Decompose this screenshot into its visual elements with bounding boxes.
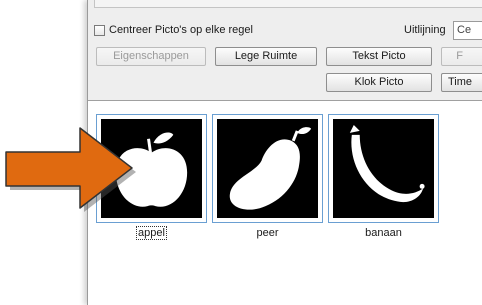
partial-button-bottom-right[interactable]: Time bbox=[441, 73, 482, 92]
alignment-label: Uitlijning bbox=[404, 24, 446, 36]
banana-icon bbox=[349, 124, 425, 203]
empty-space-button[interactable]: Lege Ruimte bbox=[215, 47, 317, 66]
picto-tile-banaan[interactable] bbox=[328, 114, 439, 223]
picto-label-banaan: banaan bbox=[365, 227, 402, 239]
center-pictos-checkbox[interactable] bbox=[94, 25, 105, 36]
picto-tile-appel[interactable] bbox=[96, 114, 207, 223]
toolbar: Centreer Picto's op elke regel Uitlijnin… bbox=[88, 0, 482, 101]
center-pictos-label: Centreer Picto's op elke regel bbox=[109, 24, 253, 36]
apple-icon bbox=[115, 132, 188, 207]
partial-button-top-right[interactable]: F bbox=[441, 47, 482, 66]
picto-label-appel: appel bbox=[136, 226, 167, 240]
picto-tile-peer[interactable] bbox=[212, 114, 323, 223]
text-picto-button[interactable]: Tekst Picto bbox=[326, 47, 432, 66]
picto-image-appel bbox=[101, 119, 202, 218]
picto-image-peer bbox=[217, 119, 318, 218]
properties-button[interactable]: Eigenschappen bbox=[96, 47, 206, 66]
pear-icon bbox=[229, 127, 312, 210]
app-window: Centreer Picto's op elke regel Uitlijnin… bbox=[87, 0, 482, 305]
clock-picto-button[interactable]: Klok Picto bbox=[326, 73, 432, 92]
top-cutoff-controls bbox=[94, 0, 482, 8]
alignment-select[interactable]: Ce bbox=[453, 21, 482, 40]
picto-image-banaan bbox=[333, 119, 434, 218]
picto-label-peer: peer bbox=[256, 227, 279, 239]
